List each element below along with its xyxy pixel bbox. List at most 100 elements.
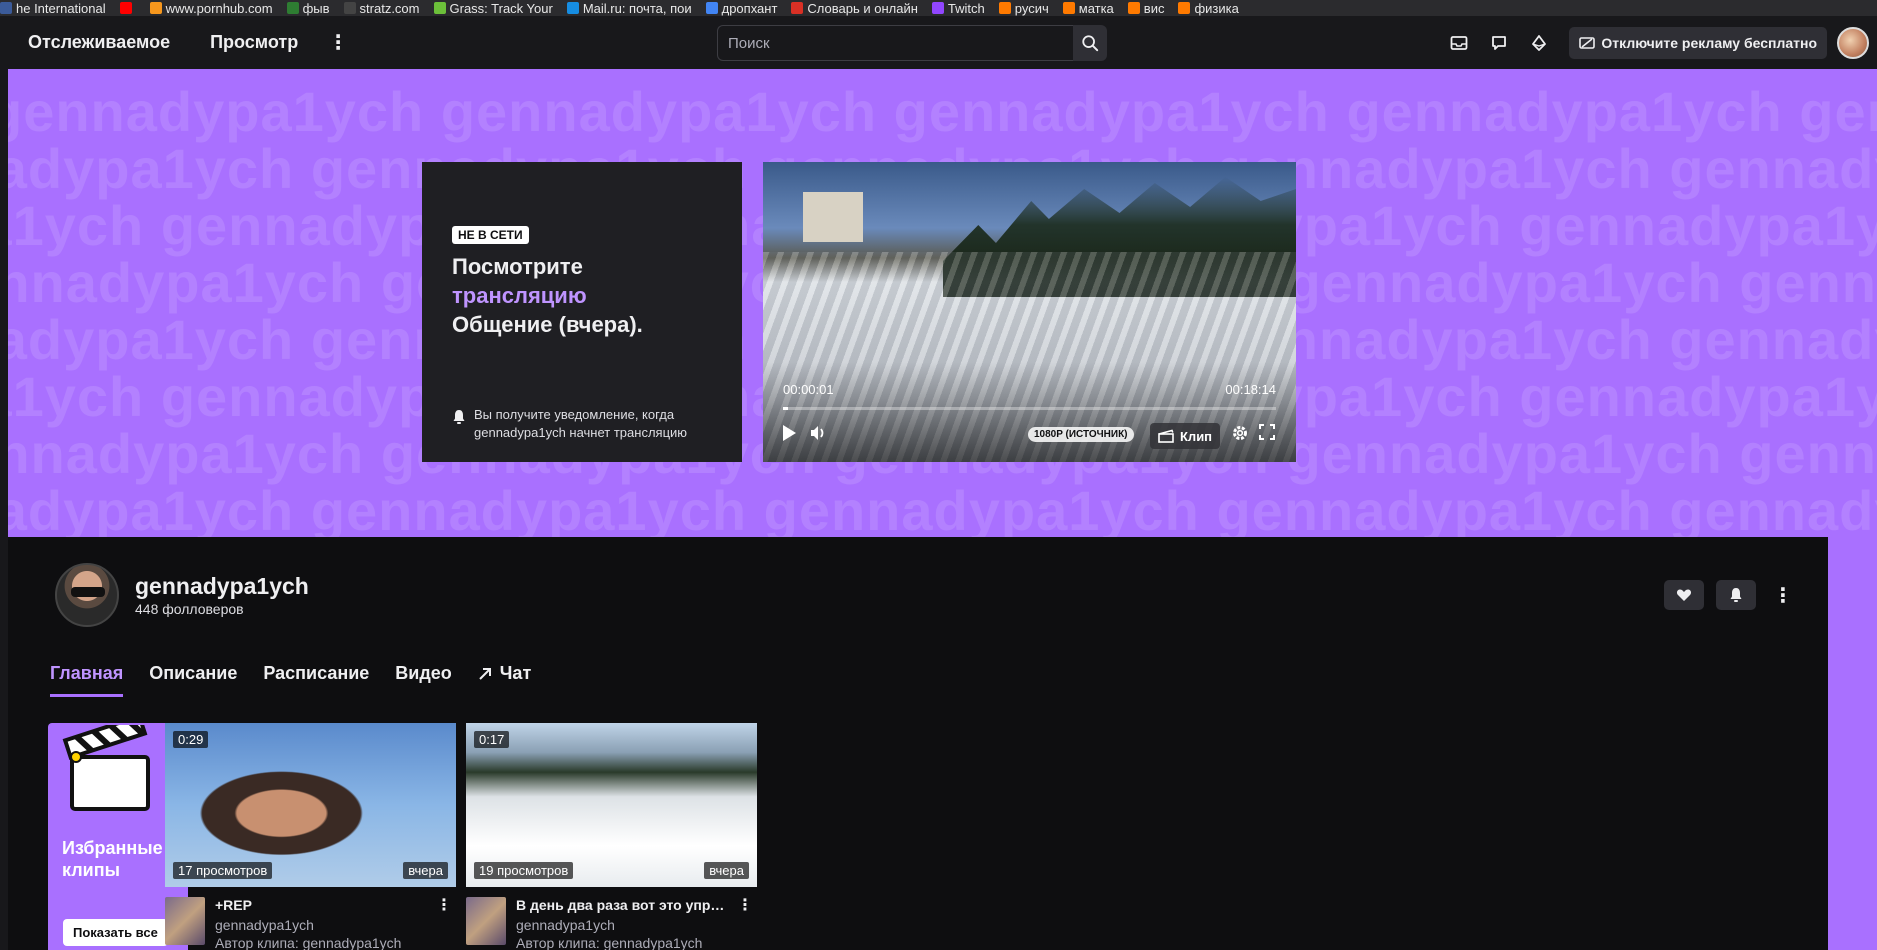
settings-button[interactable]	[1231, 424, 1249, 442]
notify-text: Вы получите уведомление, когда gennadypa…	[474, 407, 688, 440]
gear-icon	[1233, 426, 1247, 440]
bookmark-label: дропхант	[721, 0, 778, 16]
video-progress-bar[interactable]	[783, 407, 1276, 410]
fullscreen-button[interactable]	[1259, 424, 1275, 440]
clip-card[interactable]: 0:17 19 просмотров вчера В день два раза…	[466, 723, 757, 950]
nav-browse[interactable]: Просмотр	[210, 32, 298, 53]
offline-title-line3: Общение (вчера).	[452, 312, 643, 337]
clip-more-icon[interactable]: ⋮	[436, 895, 452, 915]
clip-channel[interactable]: gennadypa1ych	[215, 917, 314, 933]
channel-more-icon[interactable]: ⋮	[1768, 580, 1798, 610]
bookmark-item[interactable]: Twitch	[931, 1, 985, 16]
volume-icon	[811, 426, 824, 440]
nav-following[interactable]: Отслеживаемое	[28, 32, 170, 53]
channel-followers: 448 фолловеров	[135, 601, 244, 617]
notifications-button[interactable]	[1716, 580, 1756, 610]
bookmark-favicon-icon	[286, 2, 299, 14]
bookmark-label: вис	[1143, 0, 1165, 16]
bookmark-label: Mail.ru: почта, пои	[582, 0, 692, 16]
video-player[interactable]: 00:00:01 00:18:14 1080P (ИСТОЧНИК) Клип	[763, 162, 1296, 462]
bookmark-label: Grass: Track Your	[449, 0, 553, 16]
clip-more-icon[interactable]: ⋮	[737, 895, 753, 915]
bookmark-item[interactable]: he International	[0, 1, 106, 16]
clip-channel-avatar[interactable]	[466, 897, 506, 945]
bookmark-favicon-icon	[998, 2, 1011, 14]
clip-button[interactable]: Клип	[1150, 423, 1221, 449]
tab-chat[interactable]: Чат	[478, 663, 531, 694]
inbox-button[interactable]	[1439, 23, 1479, 63]
nav-more-icon[interactable]: ⋮	[328, 33, 348, 53]
avatar-glasses	[71, 587, 105, 597]
left-edge	[0, 69, 8, 950]
clip-views: 17 просмотров	[173, 862, 273, 879]
clip-card[interactable]: 0:29 17 просмотров вчера +REP gennadypa1…	[165, 723, 456, 950]
bookmark-label: матка	[1078, 0, 1114, 16]
arrow-up-right-icon	[479, 667, 491, 680]
video-time-current: 00:00:01	[783, 382, 834, 397]
bell-icon	[1730, 588, 1742, 602]
tab-about[interactable]: Описание	[149, 663, 237, 694]
bookmark-item[interactable]	[119, 2, 136, 14]
clip-author: Автор клипа: gennadypa1ych	[516, 935, 703, 950]
channel-avatar[interactable]	[55, 563, 119, 627]
clip-title[interactable]: +REP	[215, 897, 425, 913]
bookmark-favicon-icon	[1127, 2, 1140, 14]
bookmark-item[interactable]: Словарь и онлайн	[791, 1, 918, 16]
video-frame-building	[803, 192, 863, 242]
whispers-button[interactable]	[1479, 23, 1519, 63]
turn-off-ads-button[interactable]: Отключите рекламу бесплатно	[1569, 26, 1827, 59]
bookmark-favicon-icon	[433, 2, 446, 14]
clip-views: 19 просмотров	[474, 862, 574, 879]
watch-stream-link[interactable]: трансляцию	[452, 281, 722, 310]
bookmark-item[interactable]: вис	[1127, 0, 1165, 16]
bookmark-favicon-icon	[0, 2, 12, 14]
bookmark-favicon-icon	[705, 2, 718, 14]
watermark-row: gennadypa1ych gennadypa1ych gennadypa1yc…	[8, 80, 1877, 143]
clip-author: Автор клипа: gennadypa1ych	[215, 935, 402, 950]
bookmark-item[interactable]: фыв	[286, 1, 330, 16]
bits-gem-icon	[1532, 34, 1547, 51]
bookmark-item[interactable]: www.pornhub.com	[149, 1, 273, 16]
show-all-button[interactable]: Показать все	[63, 919, 168, 946]
user-avatar[interactable]	[1837, 26, 1869, 59]
bookmark-favicon-icon	[931, 2, 944, 14]
banner-edge	[1828, 537, 1877, 950]
channel-actions: ⋮	[1664, 580, 1798, 610]
channel-name[interactable]: gennadypa1ych	[135, 573, 309, 600]
clip-thumbnail[interactable]: 0:17 19 просмотров вчера	[466, 723, 757, 887]
search-input[interactable]	[717, 25, 1073, 61]
search-bar	[717, 25, 1107, 61]
bookmark-favicon-icon	[1178, 2, 1191, 14]
inbox-icon	[1451, 35, 1468, 50]
video-controls: 1080P (ИСТОЧНИК) Клип	[763, 418, 1296, 454]
volume-button[interactable]	[809, 424, 827, 442]
bookmark-label: Словарь и онлайн	[807, 0, 918, 16]
tab-videos[interactable]: Видео	[395, 663, 452, 694]
search-button[interactable]	[1073, 25, 1107, 61]
ad-off-icon	[1579, 36, 1596, 49]
play-button[interactable]	[781, 424, 797, 442]
clip-label: Клип	[1180, 428, 1213, 444]
clip-title[interactable]: В день два раза вот это упра...	[516, 897, 726, 913]
bookmark-item[interactable]: физика	[1178, 1, 1239, 16]
bookmark-item[interactable]: дропхант	[705, 0, 778, 16]
clip-thumbnail[interactable]: 0:29 17 просмотров вчера	[165, 723, 456, 887]
bell-icon	[453, 410, 465, 424]
clip-channel-avatar[interactable]	[165, 897, 205, 945]
bookmark-item[interactable]: Mail.ru: почта, пои	[566, 0, 692, 16]
clip-meta: В день два раза вот это упра... gennadyp…	[466, 897, 757, 950]
bookmark-item[interactable]: русич	[998, 1, 1049, 16]
offline-title-line1: Посмотрите	[452, 254, 583, 279]
bits-button[interactable]	[1519, 23, 1559, 63]
notify-message: Вы получите уведомление, когда gennadypa…	[452, 406, 722, 442]
tab-home[interactable]: Главная	[50, 663, 124, 697]
bookmark-item[interactable]: stratz.com	[343, 1, 420, 16]
bookmark-favicon-icon	[119, 2, 132, 14]
channel-banner: gennadypa1ych gennadypa1ych gennadypa1yc…	[8, 69, 1877, 537]
follow-button[interactable]	[1664, 580, 1704, 610]
tab-schedule[interactable]: Расписание	[263, 663, 369, 694]
heart-icon	[1676, 589, 1692, 601]
clip-channel[interactable]: gennadypa1ych	[516, 917, 615, 933]
bookmark-item[interactable]: Grass: Track Your	[433, 0, 553, 16]
bookmark-item[interactable]: матка	[1062, 0, 1114, 16]
